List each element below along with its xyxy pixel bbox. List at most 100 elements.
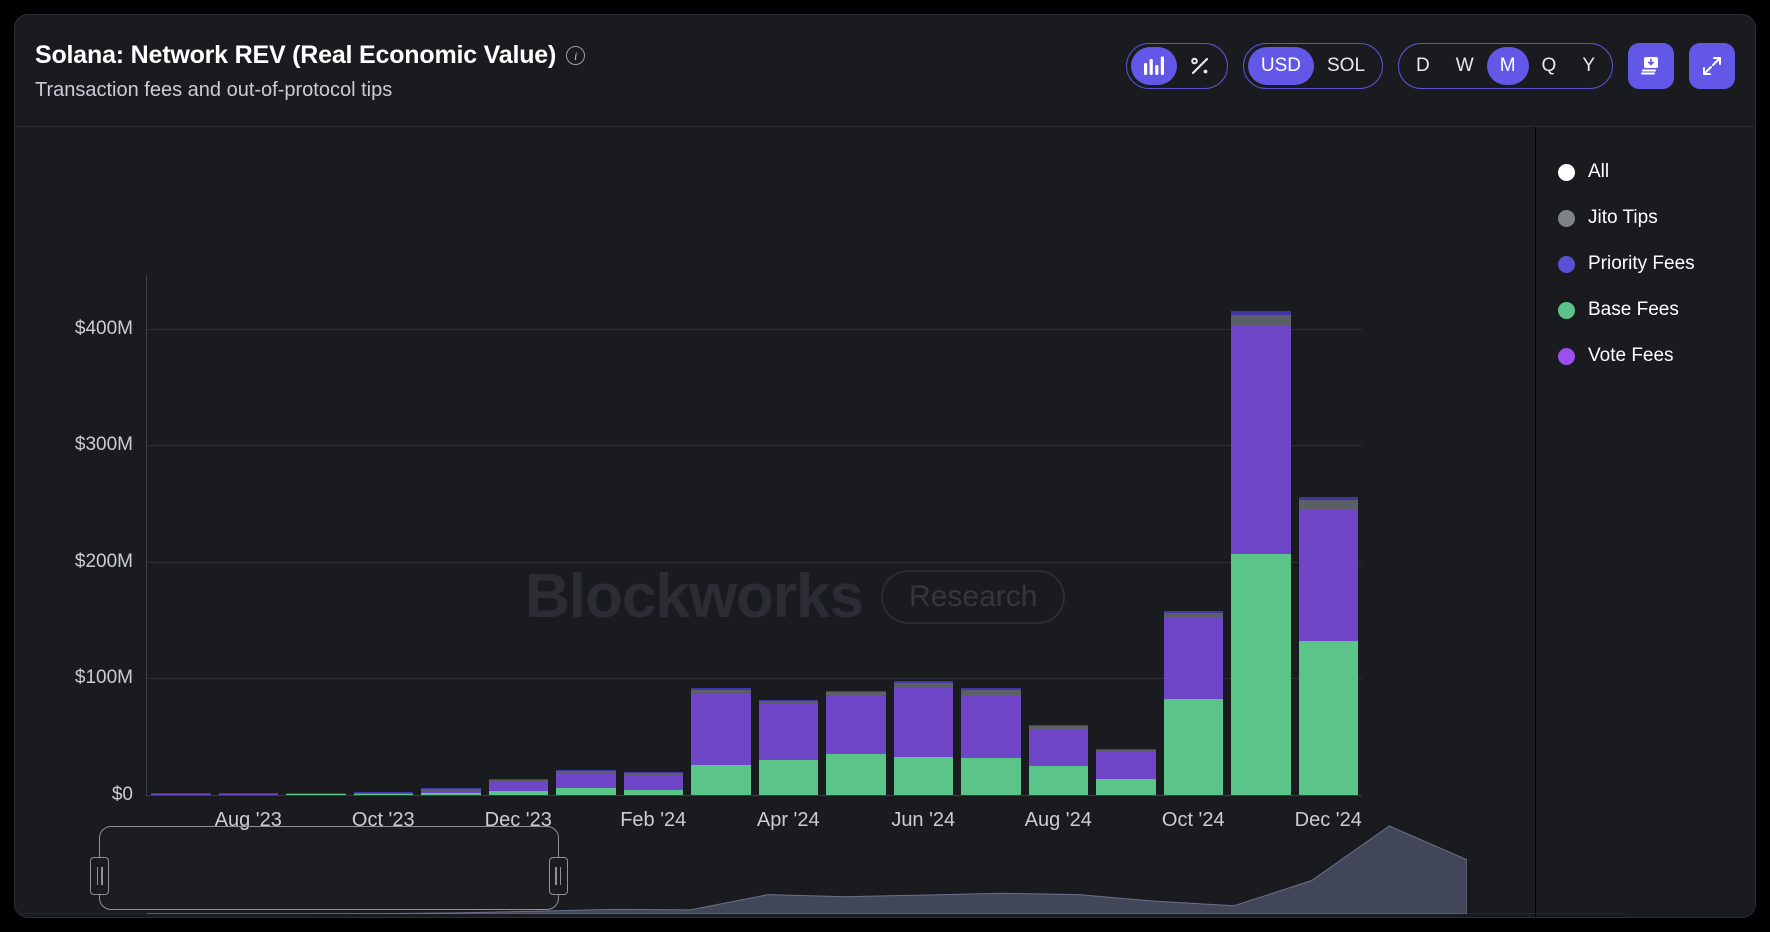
bar-segment-base-fees <box>1096 779 1156 795</box>
brush-handle-right[interactable] <box>549 857 568 895</box>
bar-Sep23[interactable] <box>286 282 346 795</box>
percent-toggle[interactable] <box>1177 47 1223 85</box>
bar-May24[interactable] <box>826 282 886 795</box>
toolbar: USD SOL D W M Q Y <box>1126 43 1735 89</box>
interval-m[interactable]: M <box>1487 47 1529 85</box>
card-header: Solana: Network REV (Real Economic Value… <box>15 15 1755 127</box>
bar-segment-priority-fees <box>826 691 886 692</box>
bar-segment-priority-fees <box>894 681 954 683</box>
bar-Dec24[interactable] <box>1299 282 1359 795</box>
bar-segment-priority-fees <box>556 770 616 771</box>
bar-Feb24[interactable] <box>624 282 684 795</box>
bar-Jun24[interactable] <box>894 282 954 795</box>
bar-segment-vote-fees <box>624 775 684 790</box>
denom-usd[interactable]: USD <box>1248 47 1314 85</box>
y-axis-tick-label: $0 <box>112 784 133 806</box>
bar-segment-priority-fees <box>691 688 751 689</box>
y-axis-tick-label: $100M <box>75 667 133 689</box>
bar-Dec23[interactable] <box>489 282 549 795</box>
bar-segment-jito-tips <box>556 771 616 773</box>
legend-color-dot <box>1558 348 1575 365</box>
legend-item-label: Jito Tips <box>1588 207 1658 229</box>
bar-segment-jito-tips <box>1096 750 1156 752</box>
bar-segment-base-fees <box>1299 641 1359 795</box>
bar-Nov23[interactable] <box>421 282 481 795</box>
legend-item-vote-fees[interactable]: Vote Fees <box>1558 333 1755 379</box>
y-axis-tick-label: $400M <box>75 318 133 340</box>
bar-segment-priority-fees <box>1299 497 1359 500</box>
bar-segment-priority-fees <box>759 700 819 701</box>
bar-Jan24[interactable] <box>556 282 616 795</box>
bar-segment-vote-fees <box>354 793 414 794</box>
interval-d[interactable]: D <box>1403 47 1443 85</box>
bar-segment-priority-fees <box>421 788 481 789</box>
bar-segment-priority-fees <box>1029 725 1089 726</box>
bar-segment-priority-fees <box>489 779 549 780</box>
expand-icon <box>1700 54 1724 78</box>
page-title: Solana: Network REV (Real Economic Value… <box>35 41 556 70</box>
bar-segment-priority-fees <box>1164 611 1224 613</box>
bar-segment-vote-fees <box>421 792 481 793</box>
title-block: Solana: Network REV (Real Economic Value… <box>35 41 585 102</box>
bar-segment-priority-fees <box>624 772 684 773</box>
bar-segment-vote-fees <box>691 694 751 765</box>
bar-segment-vote-fees <box>1231 325 1291 554</box>
chart-card: Solana: Network REV (Real Economic Value… <box>14 14 1756 918</box>
bar-segment-vote-fees <box>1096 752 1156 779</box>
bar-segment-base-fees <box>1029 766 1089 795</box>
download-icon <box>1639 54 1663 78</box>
bar-segment-jito-tips <box>421 789 481 792</box>
bar-Mar24[interactable] <box>691 282 751 795</box>
bar-segment-base-fees <box>826 754 886 795</box>
bar-segment-vote-fees <box>759 704 819 760</box>
bar-segment-vote-fees <box>826 696 886 754</box>
bar-chart-toggle[interactable] <box>1131 47 1177 85</box>
bar-Jul24[interactable] <box>961 282 1021 795</box>
legend-item-all[interactable]: All <box>1558 149 1755 195</box>
bar-Jul23[interactable] <box>151 282 211 795</box>
denom-sol[interactable]: SOL <box>1314 47 1378 85</box>
brush-handle-left[interactable] <box>90 857 109 895</box>
y-axis-labels: $0$100M$200M$300M$400M <box>15 282 133 795</box>
bar-segment-jito-tips <box>1231 315 1291 325</box>
bar-segment-base-fees <box>961 758 1021 795</box>
bar-Nov24[interactable] <box>1231 282 1291 795</box>
bar-Aug24[interactable] <box>1029 282 1089 795</box>
time-range-brush[interactable] <box>147 818 1467 914</box>
bar-Apr24[interactable] <box>759 282 819 795</box>
chart-type-toggle <box>1126 43 1228 89</box>
bar-segment-priority-fees <box>354 792 414 793</box>
chart-area[interactable]: Blockworks Research $0$100M$200M$300M$40… <box>15 127 1535 918</box>
legend-item-label: Base Fees <box>1588 299 1679 321</box>
expand-button[interactable] <box>1689 43 1735 89</box>
bar-segment-jito-tips <box>624 773 684 775</box>
interval-y[interactable]: Y <box>1569 47 1608 85</box>
bar-segment-jito-tips <box>489 780 549 782</box>
bar-Oct24[interactable] <box>1164 282 1224 795</box>
brush-selection[interactable] <box>99 826 559 910</box>
bar-segment-base-fees <box>759 760 819 795</box>
bar-segment-jito-tips <box>759 701 819 704</box>
y-axis-tick-label: $200M <box>75 551 133 573</box>
bar-segment-jito-tips <box>826 692 886 695</box>
bar-segment-vote-fees <box>961 695 1021 758</box>
interval-q[interactable]: Q <box>1529 47 1570 85</box>
bar-segment-jito-tips <box>961 690 1021 695</box>
legend-item-base-fees[interactable]: Base Fees <box>1558 287 1755 333</box>
legend-item-jito-tips[interactable]: Jito Tips <box>1558 195 1755 241</box>
legend-item-priority-fees[interactable]: Priority Fees <box>1558 241 1755 287</box>
bar-segment-vote-fees <box>1029 729 1089 766</box>
bar-Sep24[interactable] <box>1096 282 1156 795</box>
download-button[interactable] <box>1628 43 1674 89</box>
info-icon[interactable]: i <box>566 46 585 65</box>
denomination-toggle: USD SOL <box>1243 43 1383 89</box>
bar-segment-vote-fees <box>894 688 954 757</box>
legend-item-label: Vote Fees <box>1588 345 1674 367</box>
card-body: Blockworks Research $0$100M$200M$300M$40… <box>15 127 1755 918</box>
bar-Aug23[interactable] <box>219 282 279 795</box>
legend-item-label: All <box>1588 161 1609 183</box>
bar-Oct23[interactable] <box>354 282 414 795</box>
legend-color-dot <box>1558 164 1575 181</box>
interval-w[interactable]: W <box>1443 47 1487 85</box>
bar-segment-base-fees <box>556 788 616 795</box>
